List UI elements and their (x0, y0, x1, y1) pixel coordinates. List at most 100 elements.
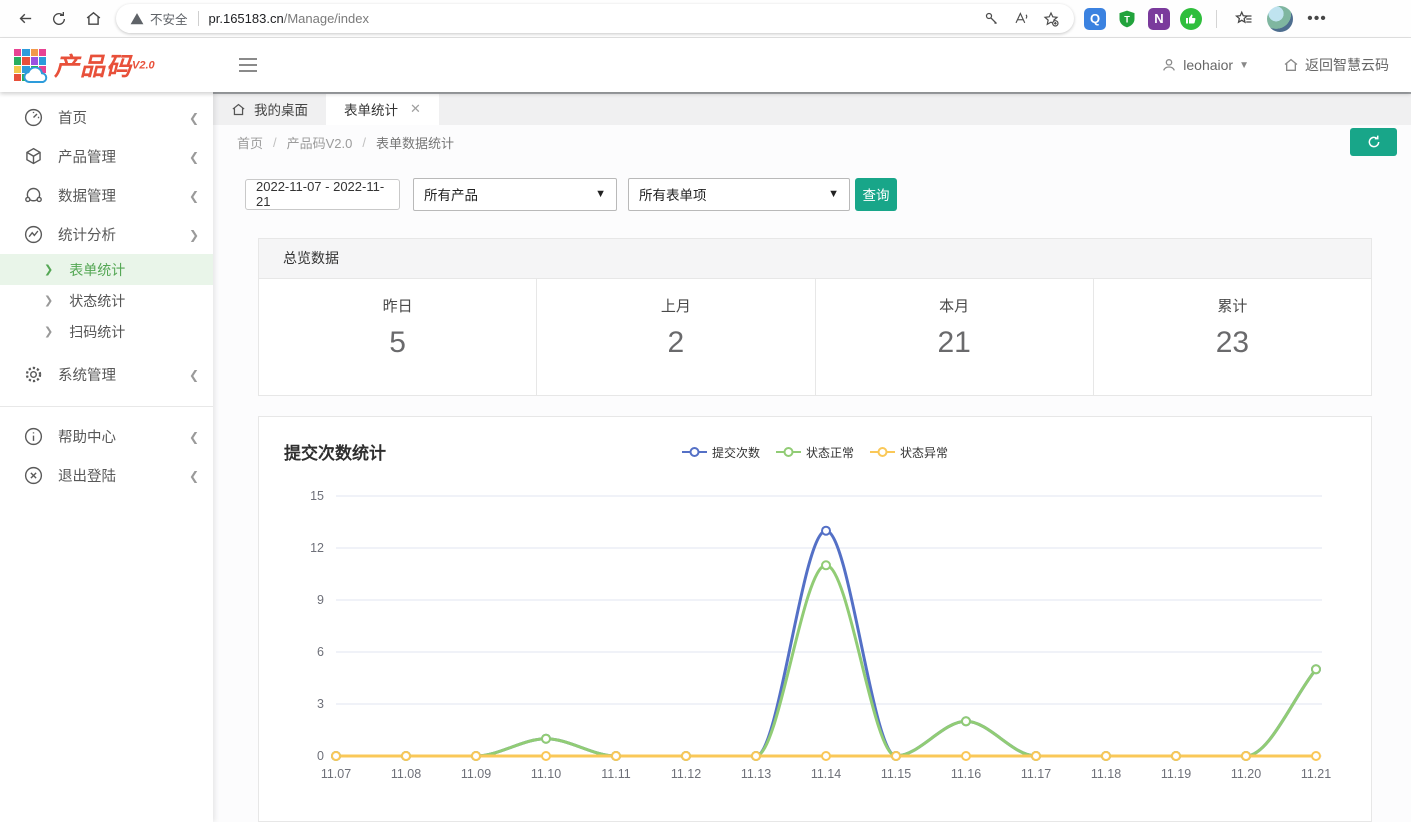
add-favorite-icon[interactable] (1036, 6, 1066, 32)
sidebar-item-label: 帮助中心 (58, 426, 189, 447)
sidebar-item-system[interactable]: 系统管理 ❮ (0, 355, 213, 394)
home-icon (231, 102, 246, 117)
svg-text:11.13: 11.13 (741, 767, 771, 781)
page-refresh-button[interactable] (1350, 128, 1397, 156)
chevron-left-icon: ❮ (189, 189, 199, 203)
sidebar-item-label: 产品管理 (58, 146, 189, 167)
breadcrumb-current: 表单数据统计 (376, 133, 454, 152)
chevron-down-icon: ▼ (828, 188, 839, 200)
chevron-down-icon: ❯ (189, 228, 199, 242)
form-item-select[interactable]: 所有表单项 ▼ (628, 178, 850, 211)
tab-strip: 我的桌面 表单统计 ✕ (213, 92, 1411, 125)
overview-panel: 总览数据 昨日 5 上月 2 本月 21 累计 23 (258, 238, 1372, 396)
gear-icon (22, 364, 44, 386)
svg-text:11.14: 11.14 (811, 767, 841, 781)
breadcrumb-home[interactable]: 首页 (237, 133, 263, 152)
legend-item[interactable]: 提交次数 (682, 444, 760, 461)
extension-thumb-icon[interactable] (1180, 8, 1202, 30)
sidebar-submenu: ❯ 表单统计 ❯ 状态统计 ❯ 扫码统计 (0, 254, 213, 347)
product-select[interactable]: 所有产品 ▼ (413, 178, 617, 211)
dashboard-icon (22, 107, 44, 129)
tab-label: 表单统计 (344, 99, 398, 119)
filter-row: 2022-11-07 - 2022-11-21 所有产品 ▼ 所有表单项 ▼ 查… (245, 178, 1411, 211)
extension-shield-icon[interactable]: T (1116, 8, 1138, 30)
arrow-right-icon: ❯ (44, 263, 53, 276)
sidebar-item-statistics[interactable]: 统计分析 ❯ (0, 215, 213, 254)
sidebar-item-status-stats[interactable]: ❯ 状态统计 (0, 285, 213, 316)
stat-label: 昨日 (259, 295, 536, 316)
breadcrumb-app[interactable]: 产品码V2.0 (287, 133, 353, 152)
sidebar-item-label: 系统管理 (58, 364, 189, 385)
sidebar-item-help[interactable]: 帮助中心 ❮ (0, 417, 213, 456)
user-menu[interactable]: leohaior ▼ (1161, 57, 1249, 73)
sidebar-item-label: 统计分析 (58, 224, 189, 245)
sidebar-item-label: 表单统计 (69, 260, 199, 280)
overview-panel-title: 总览数据 (259, 239, 1371, 279)
user-icon (1161, 57, 1177, 73)
sidebar-toggle-icon[interactable] (239, 58, 257, 72)
sidebar-item-label: 状态统计 (69, 291, 199, 311)
address-bar[interactable]: 不安全 pr.165183.cn/Manage/index (116, 4, 1074, 33)
stat-value: 23 (1094, 326, 1371, 360)
chart-panel: 提交次数统计 提交次数 状态正常 状态异常 0369121511.0711.08… (258, 416, 1372, 822)
svg-text:0: 0 (317, 749, 324, 763)
qr-logo-icon (14, 49, 46, 81)
breadcrumb-row: 首页 / 产品码V2.0 / 表单数据统计 (213, 125, 1411, 160)
legend-item[interactable]: 状态异常 (870, 444, 948, 461)
security-label: 不安全 (150, 9, 188, 28)
home-icon[interactable] (76, 4, 110, 34)
browser-menu-icon[interactable]: ••• (1303, 4, 1331, 34)
sidebar-item-logout[interactable]: 退出登陆 ❮ (0, 456, 213, 495)
legend-label: 提交次数 (712, 444, 760, 461)
tab-my-desktop[interactable]: 我的桌面 (213, 94, 326, 125)
sidebar-item-products[interactable]: 产品管理 ❮ (0, 137, 213, 176)
query-button[interactable]: 查询 (855, 178, 897, 211)
chart-legend: 提交次数 状态正常 状态异常 (259, 444, 1371, 461)
svg-text:9: 9 (317, 593, 324, 607)
browser-toolbar: 不安全 pr.165183.cn/Manage/index Q T N ••• (0, 0, 1411, 38)
svg-text:11.15: 11.15 (881, 767, 911, 781)
svg-text:3: 3 (317, 697, 324, 711)
sidebar-item-scan-stats[interactable]: ❯ 扫码统计 (0, 316, 213, 347)
svg-text:11.12: 11.12 (671, 767, 701, 781)
divider (0, 406, 213, 407)
sidebar-item-home[interactable]: 首页 ❮ (0, 98, 213, 137)
refresh-icon[interactable] (42, 4, 76, 34)
close-icon[interactable]: ✕ (410, 101, 421, 117)
chevron-left-icon: ❮ (189, 368, 199, 382)
logout-icon (22, 465, 44, 487)
stats-icon (22, 224, 44, 246)
cube-icon (22, 146, 44, 168)
read-aloud-icon[interactable] (1006, 6, 1036, 32)
breadcrumb-separator: / (362, 135, 366, 150)
sidebar-item-label: 扫码统计 (69, 322, 199, 342)
sidebar-item-label: 首页 (58, 107, 189, 128)
collections-icon[interactable] (1231, 4, 1257, 34)
arrow-right-icon: ❯ (44, 325, 53, 338)
password-key-icon[interactable] (976, 6, 1006, 32)
back-link-label: 返回智慧云码 (1305, 55, 1389, 75)
app-title: 产品码 (54, 53, 132, 81)
date-range-input[interactable]: 2022-11-07 - 2022-11-21 (245, 179, 400, 210)
tab-form-stats[interactable]: 表单统计 ✕ (326, 94, 439, 125)
app-logo[interactable]: 产品码V2.0 (0, 47, 213, 83)
stat-value: 2 (537, 326, 814, 360)
chevron-left-icon: ❮ (189, 150, 199, 164)
svg-text:11.10: 11.10 (531, 767, 561, 781)
stat-value: 21 (816, 326, 1093, 360)
extension-q-icon[interactable]: Q (1084, 8, 1106, 30)
back-to-cloud-link[interactable]: 返回智慧云码 (1283, 55, 1389, 75)
legend-marker-icon (870, 447, 895, 457)
extension-onenote-icon[interactable]: N (1148, 8, 1170, 30)
legend-item[interactable]: 状态正常 (776, 444, 854, 461)
svg-text:11.16: 11.16 (951, 767, 981, 781)
stat-this-month: 本月 21 (815, 279, 1093, 395)
sidebar-item-form-stats[interactable]: ❯ 表单统计 (0, 254, 213, 285)
back-icon[interactable] (8, 4, 42, 34)
profile-avatar[interactable] (1267, 6, 1293, 32)
stat-yesterday: 昨日 5 (259, 279, 536, 395)
line-chart: 0369121511.0711.0811.0911.1011.1111.1211… (281, 485, 1356, 795)
app-header: 产品码V2.0 leohaior ▼ 返回智慧云码 (0, 38, 1411, 92)
form-select-value: 所有表单项 (639, 184, 707, 204)
sidebar-item-data[interactable]: 数据管理 ❮ (0, 176, 213, 215)
